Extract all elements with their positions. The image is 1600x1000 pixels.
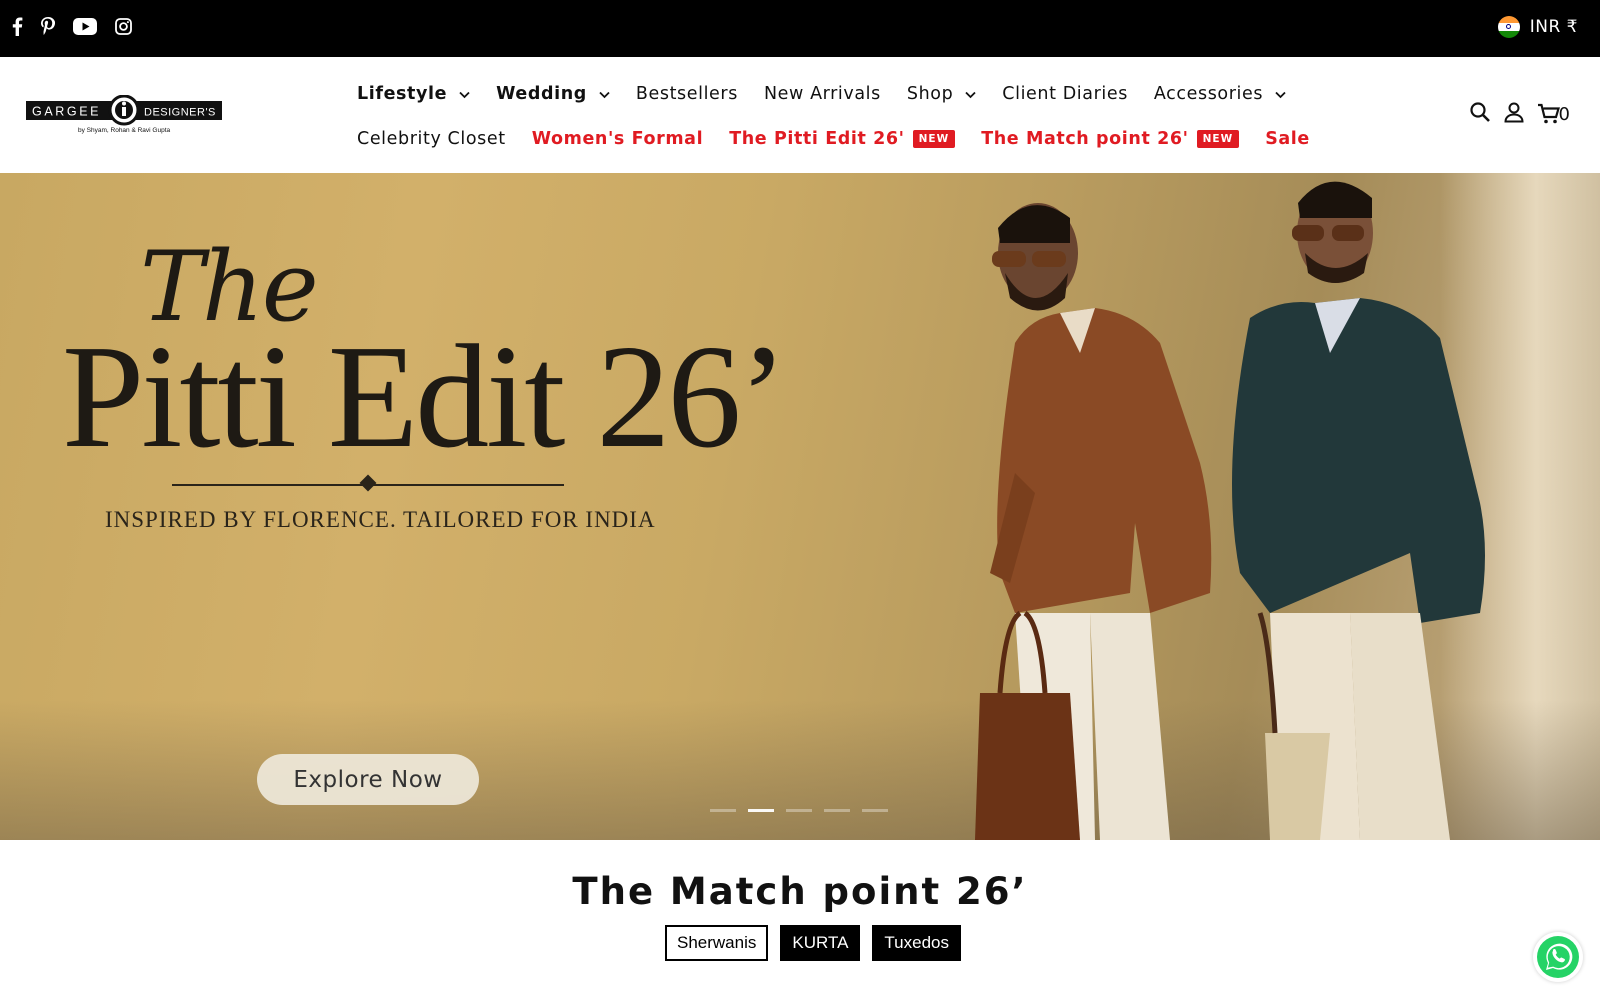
nav-label: Client Diaries [1002,84,1128,104]
site-header: GARGEE DESIGNER'S by Shyam, Rohan & Ravi… [0,57,1600,173]
slider-pagination [710,809,888,812]
nav-label: Celebrity Closet [357,129,506,149]
nav-client-diaries[interactable]: Client Diaries [1002,81,1128,107]
india-flag-icon [1497,16,1520,38]
chevron-down-icon [1275,91,1286,98]
cart-count: 0 [1558,103,1570,125]
currency-selector[interactable]: INR ₹ [1497,16,1578,38]
nav-label: The Pitti Edit 26' [729,129,905,149]
main-nav-row-2: Celebrity Closet Women's Formal The Pitt… [357,126,1336,152]
nav-pitti-edit[interactable]: The Pitti Edit 26' NEW [729,126,956,152]
nav-match-point[interactable]: The Match point 26' NEW [981,126,1240,152]
hero-banner[interactable]: The Pitti Edit 26’ INSPIRED BY FLORENCE.… [0,173,1600,840]
slider-dot[interactable] [862,809,888,812]
section-title: The Match point 26’ [572,870,1028,913]
nav-sale[interactable]: Sale [1265,126,1310,152]
new-badge: NEW [912,130,956,148]
logo-brand-left: GARGEE [32,105,101,119]
tab-sherwanis[interactable]: Sherwanis [665,925,769,961]
chevron-down-icon [459,91,470,98]
nav-label: Accessories [1153,84,1264,104]
nav-label: Shop [906,84,954,104]
nav-womens-formal[interactable]: Women's Formal [532,126,703,152]
facebook-icon[interactable] [12,14,23,38]
nav-label: Bestsellers [635,84,738,104]
hero-subtitle: INSPIRED BY FLORENCE. TAILORED FOR INDIA [105,507,656,532]
nav-label: The Match point 26' [981,129,1189,149]
nav-bestsellers[interactable]: Bestsellers [636,81,738,107]
cart-button[interactable]: 0 [1537,103,1570,125]
nav-wedding[interactable]: Wedding [496,81,610,107]
tab-tuxedos[interactable]: Tuxedos [872,925,961,961]
nav-label: Wedding [496,84,587,104]
category-tabs: Sherwanis KURTA Tuxedos [665,925,961,961]
nav-shop[interactable]: Shop [907,81,976,107]
new-badge: NEW [1196,130,1240,148]
whatsapp-icon [1537,936,1579,978]
logo-tagline: by Shyam, Rohan & Ravi Gupta [78,127,171,134]
logo-brand-right: DESIGNER'S [144,107,216,119]
social-links [12,14,132,38]
nav-lifestyle[interactable]: Lifestyle [357,81,470,107]
search-icon[interactable] [1469,101,1491,127]
chevron-down-icon [965,91,976,98]
currency-label: INR ₹ [1529,17,1578,37]
pinterest-icon[interactable] [41,14,55,38]
youtube-icon[interactable] [73,14,97,38]
hero-title: Pitti Edit 26’ [62,315,788,479]
instagram-icon[interactable] [115,14,132,38]
slider-dot[interactable] [824,809,850,812]
nav-label: Women's Formal [531,129,704,149]
nav-celebrity-closet[interactable]: Celebrity Closet [357,126,506,152]
explore-now-button[interactable]: Explore Now [257,754,479,805]
account-icon[interactable] [1503,101,1525,127]
whatsapp-chat-button[interactable] [1533,932,1583,982]
nav-new-arrivals[interactable]: New Arrivals [764,81,881,107]
cart-icon [1537,103,1560,124]
nav-accessories[interactable]: Accessories [1154,81,1286,107]
slider-dot[interactable] [786,809,812,812]
hero-models-image [975,181,1485,840]
brand-logo[interactable]: GARGEE DESIGNER'S by Shyam, Rohan & Ravi… [26,94,222,137]
nav-label: New Arrivals [763,84,881,104]
top-bar: INR ₹ [0,0,1600,57]
chevron-down-icon [599,91,610,98]
slider-dot[interactable] [710,809,736,812]
header-actions: 0 [1469,101,1570,127]
nav-label: Sale [1265,129,1310,149]
main-nav-row-1: Lifestyle Wedding Bestsellers New Arriva… [357,81,1312,107]
slider-dot-active[interactable] [748,809,774,812]
nav-label: Lifestyle [357,84,448,104]
tab-kurta[interactable]: KURTA [780,925,861,961]
